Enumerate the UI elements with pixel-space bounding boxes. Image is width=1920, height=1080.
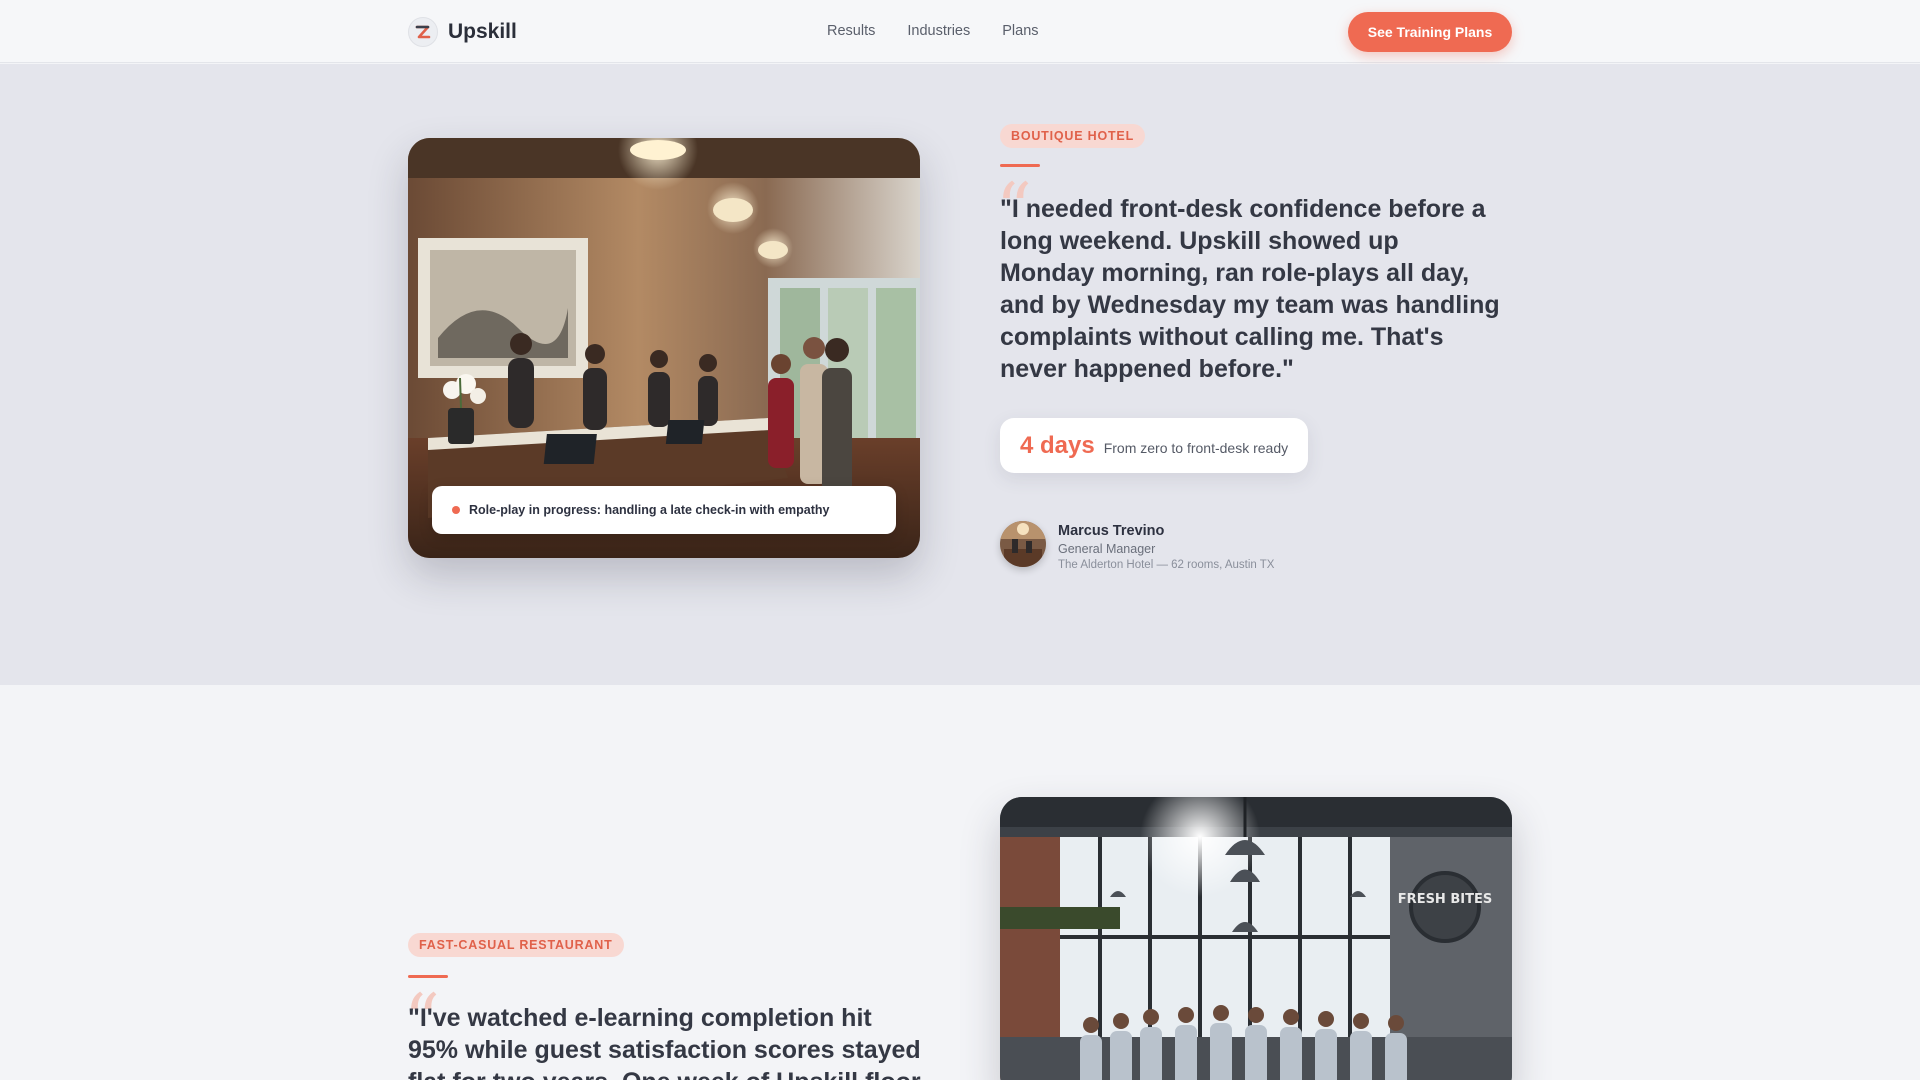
brand-logo-icon: [408, 17, 438, 47]
accent-rule: [1000, 164, 1040, 167]
fresh-bites-sign: FRESH BITES: [1398, 892, 1492, 907]
brand[interactable]: Upskill: [408, 17, 517, 47]
top-nav: Upskill Results Industries Plans See Tra…: [0, 0, 1920, 63]
testimonial-quote-restaurant: "I've watched e-learning completion hit …: [408, 1004, 921, 1080]
author-organization: The Alderton Hotel — 62 rooms, Austin TX: [1058, 559, 1275, 571]
restaurant-illustration: FRESH BITES: [1000, 797, 1512, 1080]
photo-caption: Role-play in progress: handling a late c…: [469, 503, 830, 517]
photo-caption-chip: Role-play in progress: handling a late c…: [432, 486, 896, 534]
author-role: General Manager: [1058, 542, 1156, 556]
accent-rule-2: [408, 975, 448, 978]
nav-link-plans[interactable]: Plans: [1002, 23, 1038, 39]
nav-link-results[interactable]: Results: [827, 23, 875, 39]
result-stat-card: 4 days From zero to front-desk ready: [1000, 418, 1309, 473]
brand-name: Upskill: [448, 20, 517, 43]
industry-tag-restaurant: FAST-CASUAL RESTAURANT: [408, 933, 624, 957]
testimonial-author: Marcus Trevino General Manager The Alder…: [1000, 521, 1274, 571]
nav-links: Results Industries Plans: [827, 23, 1039, 39]
nav-link-industries[interactable]: Industries: [907, 23, 970, 39]
stat-value: 4 days: [1020, 431, 1095, 459]
case-study-hotel-section: [0, 64, 1920, 685]
see-training-plans-button[interactable]: See Training Plans: [1348, 12, 1512, 52]
stat-label: From zero to front-desk ready: [1103, 439, 1289, 456]
industry-tag: BOUTIQUE HOTEL: [1000, 124, 1146, 148]
author-name: Marcus Trevino: [1058, 523, 1165, 539]
live-indicator-icon: [452, 506, 460, 514]
case-study-restaurant-section: [0, 685, 1920, 1080]
hotel-front-desk-photo: Role-play in progress: handling a late c…: [408, 138, 920, 558]
restaurant-team-photo: FRESH BITES: [1000, 797, 1512, 1080]
testimonial-quote: "I needed front-desk confidence before a…: [1000, 195, 1500, 383]
avatar: [1000, 521, 1046, 567]
